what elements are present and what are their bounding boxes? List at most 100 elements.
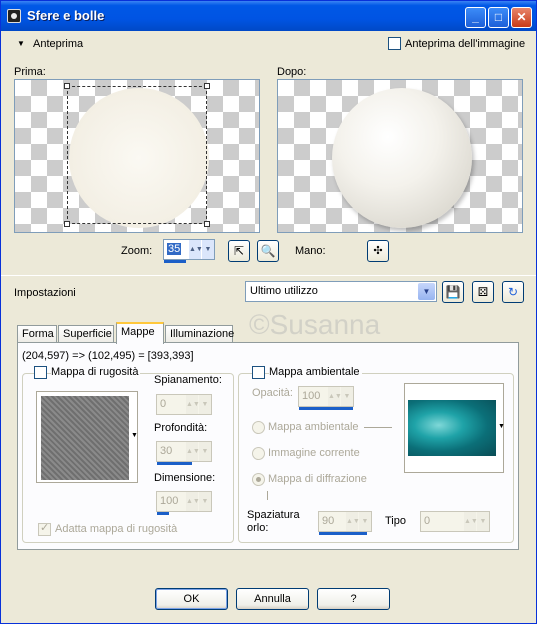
after-label: Dopo:	[277, 66, 307, 78]
bump-map-swatch[interactable]	[36, 391, 138, 483]
fit-bump-map-checkbox[interactable]	[38, 521, 51, 536]
close-button[interactable]: ✕	[511, 7, 532, 28]
save-preset-icon[interactable]: 💾	[442, 281, 464, 303]
spacing-label-2: orlo:	[247, 522, 269, 534]
chevron-down-icon[interactable]: ▼	[199, 492, 211, 511]
selection-rectangle[interactable]	[67, 86, 207, 224]
minimize-button[interactable]: _	[465, 7, 486, 28]
after-preview[interactable]	[277, 79, 523, 233]
size-bar	[157, 512, 169, 515]
type-spinner[interactable]: 0 ▲▼ ▼	[420, 511, 490, 532]
image-preview-checkbox[interactable]	[388, 37, 401, 50]
mappe-tab-panel: (204,597) => (102,495) = [393,393] Mappa…	[17, 342, 519, 550]
zoom-bar	[164, 260, 186, 263]
settings-label: Impostazioni	[14, 287, 76, 299]
spacing-bar	[319, 532, 367, 535]
opacity-spinner[interactable]: 100 ▲▼ ▼	[298, 386, 354, 410]
spin-arrows-icon[interactable]: ▲▼	[186, 395, 200, 414]
current-image-label: Immagine corrente	[268, 447, 360, 459]
preset-combo[interactable]: Ultimo utilizzo ▼	[245, 281, 437, 302]
chevron-down-icon[interactable]: ▼	[498, 423, 505, 430]
before-preview[interactable]	[14, 79, 260, 233]
chevron-down-icon[interactable]: ▼	[341, 387, 353, 406]
spacing-label-1: Spaziatura	[247, 509, 300, 521]
fit-window-icon[interactable]: ⇱	[228, 240, 250, 262]
image-preview-label: Anteprima dell'immagine	[405, 38, 526, 50]
window-title: Sfere e bolle	[27, 8, 105, 23]
zoom-spinner[interactable]: 35 ▲▼ ▼	[163, 239, 215, 263]
depth-spinner[interactable]: 30 ▲▼ ▼	[156, 441, 212, 465]
size-value: 100	[160, 495, 179, 507]
env-map-label: Mappa ambientale	[269, 366, 362, 378]
chevron-down-icon[interactable]: ▼	[199, 442, 211, 461]
reset-icon[interactable]: ↻	[502, 281, 524, 303]
tab-superficie[interactable]: Superficie	[58, 325, 114, 343]
coords-readout: (204,597) => (102,495) = [393,393]	[22, 350, 194, 362]
opacity-label: Opacità:	[252, 387, 293, 399]
app-icon	[7, 9, 21, 23]
zoom-label: Zoom:	[121, 245, 153, 257]
connector-line	[364, 427, 392, 428]
maximize-button[interactable]: □	[488, 7, 509, 28]
env-map-swatch[interactable]	[404, 383, 504, 473]
spacing-spinner[interactable]: 90 ▲▼ ▼	[318, 511, 372, 535]
chevron-down-icon[interactable]: ▼	[477, 512, 489, 531]
chevron-down-icon[interactable]: ▼	[359, 512, 371, 531]
env-map-radio[interactable]	[252, 421, 265, 434]
diffraction-map-label: Mappa di diffrazione	[268, 473, 367, 485]
selection-handle[interactable]	[204, 83, 210, 89]
help-button[interactable]: ?	[317, 588, 390, 610]
zoom-magnifier-icon[interactable]: 🔍	[257, 240, 279, 262]
smoothing-spinner[interactable]: 0 ▲▼ ▼	[156, 394, 212, 415]
chevron-down-icon[interactable]: ▼	[131, 432, 138, 439]
chevron-down-icon[interactable]: ▼	[199, 395, 211, 414]
tab-illuminazione[interactable]: Illuminazione	[165, 325, 234, 343]
watermark-text: ©Susanna	[249, 309, 381, 340]
spin-arrows-icon[interactable]: ▲▼	[186, 442, 200, 461]
spin-arrows-icon[interactable]: ▲▼	[186, 492, 200, 511]
ok-button[interactable]: OK	[155, 588, 228, 610]
before-label: Prima:	[14, 66, 46, 78]
type-label: Tipo	[385, 515, 406, 527]
hand-label: Mano:	[295, 245, 326, 257]
selection-handle[interactable]	[64, 221, 70, 227]
depth-value: 30	[160, 445, 173, 457]
bump-texture-image	[41, 396, 129, 480]
preview-section-label: Anteprima	[33, 38, 84, 50]
tab-forma[interactable]: Forma	[17, 325, 57, 343]
spin-arrows-icon[interactable]: ▲▼	[464, 512, 478, 531]
bump-map-checkbox[interactable]	[34, 366, 47, 379]
selection-handle[interactable]	[204, 221, 210, 227]
divider	[1, 275, 536, 276]
opacity-value: 100	[302, 390, 321, 402]
depth-label: Profondità:	[154, 422, 208, 434]
spacing-value: 90	[322, 515, 335, 527]
tab-mappe[interactable]: Mappe	[116, 322, 164, 344]
spin-arrows-icon[interactable]: ▲▼	[189, 240, 203, 259]
preset-value: Ultimo utilizzo	[250, 285, 318, 297]
cancel-button[interactable]: Annulla	[236, 588, 309, 610]
current-image-radio[interactable]	[252, 447, 265, 460]
env-map-radio-label: Mappa ambientale	[268, 421, 359, 433]
size-spinner[interactable]: 100 ▲▼ ▼	[156, 491, 212, 515]
title-bar: Sfere e bolle _ □ ✕	[1, 1, 536, 31]
spin-arrows-icon[interactable]: ▲▼	[328, 387, 342, 406]
pan-move-icon[interactable]: ✣	[367, 240, 389, 262]
diffraction-map-radio[interactable]	[252, 473, 265, 486]
chevron-down-icon[interactable]: ▼	[418, 283, 435, 300]
size-label: Dimensione:	[154, 472, 216, 484]
env-texture-image	[408, 400, 496, 456]
after-sphere-image	[332, 88, 472, 228]
type-value: 0	[424, 515, 431, 527]
randomize-dice-icon[interactable]: ⚄	[472, 281, 494, 303]
bump-map-label: Mappa di rugosità	[51, 366, 141, 378]
selection-handle[interactable]	[64, 83, 70, 89]
connector-line	[267, 491, 268, 500]
env-map-checkbox[interactable]	[252, 366, 265, 379]
collapse-arrow-icon[interactable]: ▼	[17, 39, 25, 48]
depth-bar	[157, 462, 192, 465]
smoothing-value: 0	[160, 398, 167, 410]
spin-arrows-icon[interactable]: ▲▼	[346, 512, 360, 531]
opacity-bar	[299, 407, 353, 410]
chevron-down-icon[interactable]: ▼	[202, 240, 214, 259]
